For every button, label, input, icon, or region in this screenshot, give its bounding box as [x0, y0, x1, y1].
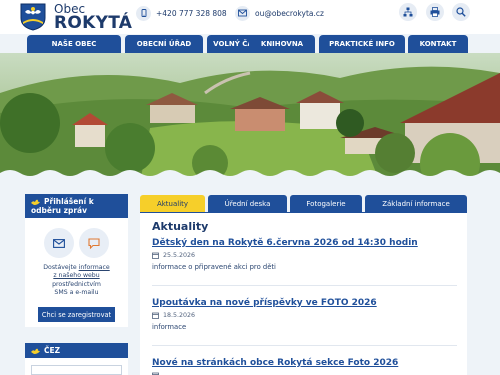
- mail-icon: [235, 5, 250, 21]
- cez-widget: [31, 365, 122, 375]
- sitemap-icon: [403, 7, 413, 17]
- news-date: 25.5.2026: [163, 252, 196, 259]
- tab-zakladni-informace[interactable]: Základní informace: [365, 195, 467, 212]
- subscribe-text-1: Dostávejte: [43, 264, 77, 271]
- email-contact[interactable]: ou@obecrokyta.cz: [235, 5, 324, 21]
- email-address: ou@obecrokyta.cz: [255, 8, 324, 18]
- dove-icon: [31, 348, 40, 354]
- subscribe-link-info[interactable]: informace: [79, 264, 110, 271]
- subscribe-heading: Přihlášení k odběru zpráv: [25, 194, 128, 218]
- news-title-link[interactable]: Upoutávka na nové příspěvky ve FOTO 2026: [152, 298, 457, 308]
- email-subscribe-button[interactable]: [44, 228, 74, 258]
- nav-item-obecni-urad[interactable]: OBECNÍ ÚŘAD: [125, 35, 203, 53]
- news-title-link[interactable]: Dětský den na Rokytě 6.června 2026 od 14…: [152, 238, 457, 248]
- nav-item-prakticke-info[interactable]: PRAKTICKÉ INFO: [319, 35, 405, 53]
- subscribe-text-3: prostřednictvím: [52, 280, 101, 288]
- dove-icon: [31, 199, 40, 205]
- site-header: Obec ROKYTÁ +420 777 328 808 ou@obecroky…: [0, 0, 500, 34]
- news-item: Dětský den na Rokytě 6.června 2026 od 14…: [152, 238, 457, 271]
- phone-contact[interactable]: +420 777 328 808: [136, 5, 227, 21]
- news-panel: Aktuality Dětský den na Rokytě 6.června …: [140, 213, 467, 375]
- cez-box: ČEZ: [25, 343, 128, 375]
- mail-icon: [53, 238, 65, 248]
- nav-item-nase-obec[interactable]: NAŠE OBEC: [27, 35, 121, 53]
- news-date: 18.5.2026: [163, 312, 196, 319]
- tab-uredni-deska[interactable]: Úřední deska: [208, 195, 287, 212]
- news-divider: [152, 285, 457, 286]
- site-title[interactable]: ROKYTÁ: [54, 13, 132, 33]
- section-title: Aktuality: [152, 220, 209, 233]
- news-item: Upoutávka na nové příspěvky ve FOTO 2026…: [152, 298, 457, 331]
- coat-of-arms-icon[interactable]: [20, 3, 46, 31]
- main-navigation: NAŠE OBEC OBECNÍ ÚŘAD VOLNÝ ČAS KNIHOVNA…: [0, 33, 500, 53]
- tab-aktuality[interactable]: Aktuality: [140, 195, 205, 212]
- news-description: informace o připravené akci pro děti: [152, 263, 276, 271]
- news-item: Nové na stránkách obce Rokytá sekce Foto…: [152, 358, 457, 375]
- chat-bubble-icon: [88, 237, 100, 249]
- phone-number: +420 777 328 808: [156, 8, 227, 18]
- village-hero-image: [0, 53, 500, 183]
- calendar-icon: [152, 252, 159, 259]
- nav-item-kontakt[interactable]: KONTAKT: [408, 35, 468, 53]
- news-divider: [152, 345, 457, 346]
- subscribe-box: Přihlášení k odběru zpráv Dostávejte inf…: [25, 194, 128, 327]
- print-button[interactable]: [426, 3, 444, 21]
- sitemap-button[interactable]: [399, 3, 417, 21]
- subscribe-text-4: SMS a e-mailu: [54, 288, 99, 296]
- calendar-icon: [152, 312, 159, 319]
- register-button[interactable]: Chci se zaregistrovat: [38, 307, 115, 322]
- subscribe-link-web[interactable]: z našeho webu: [25, 272, 128, 280]
- sms-subscribe-button[interactable]: [79, 228, 109, 258]
- search-button[interactable]: [452, 3, 470, 21]
- news-title-link[interactable]: Nové na stránkách obce Rokytá sekce Foto…: [152, 358, 457, 368]
- cez-heading: ČEZ: [25, 343, 128, 358]
- search-icon: [456, 7, 466, 17]
- phone-icon: [136, 5, 151, 21]
- tab-fotogalerie[interactable]: Fotogalerie: [290, 195, 362, 212]
- nav-item-knihovna[interactable]: KNIHOVNA: [249, 35, 315, 53]
- news-description: informace: [152, 323, 187, 331]
- printer-icon: [430, 7, 440, 17]
